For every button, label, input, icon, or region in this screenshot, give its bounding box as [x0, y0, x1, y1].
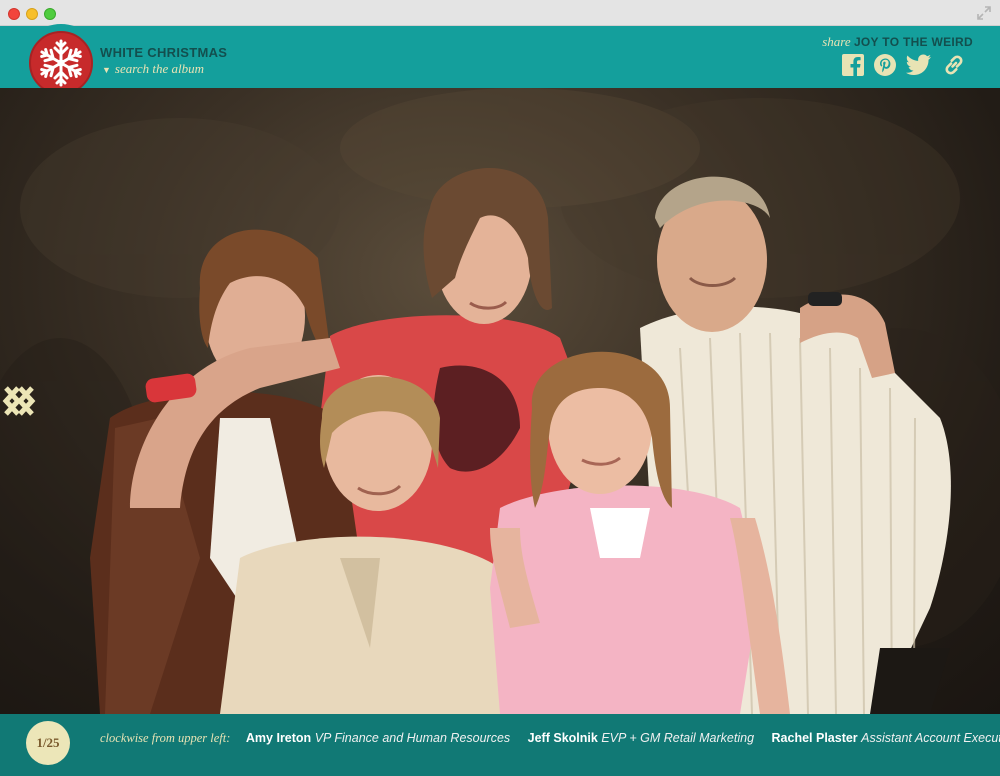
share-word: share [822, 34, 851, 49]
person-name: Amy Ireton [245, 731, 312, 745]
link-icon[interactable] [943, 54, 965, 76]
snowflake-icon [37, 39, 85, 87]
person-name: Rachel Plaster [771, 731, 858, 745]
window-titlebar [0, 0, 1000, 26]
person-role: Assistant Account Executive [861, 731, 1000, 745]
maximize-window-button[interactable] [44, 8, 56, 20]
person-name: Jeff Skolnik [527, 731, 598, 745]
twitter-icon[interactable] [906, 54, 932, 76]
minimize-window-button[interactable] [26, 8, 38, 20]
person-role: EVP + GM Retail Marketing [601, 731, 755, 745]
pinterest-icon[interactable] [874, 54, 896, 76]
facebook-icon[interactable] [842, 54, 864, 76]
caret-down-icon: ▼ [102, 65, 111, 75]
album-title[interactable]: WHITE CHRISTMAS [100, 45, 227, 60]
person-role: VP Finance and Human Resources [314, 731, 511, 745]
search-album-label: search the album [114, 61, 204, 76]
photo-caption: clockwise from upper left: Amy Ireton VP… [100, 731, 1000, 746]
slide-photo [0, 88, 1000, 714]
double-chevron-right-icon[interactable] [0, 382, 38, 420]
album-logo[interactable] [29, 31, 93, 95]
share-album-name: JOY TO THE WEIRD [853, 35, 973, 49]
caption-lead: clockwise from upper left: [100, 731, 231, 745]
fullscreen-icon[interactable] [976, 5, 992, 21]
share-label: share JOY TO THE WEIRD [822, 34, 973, 50]
close-window-button[interactable] [8, 8, 20, 20]
slide-counter-badge: 1/25 [26, 721, 70, 765]
family-photo-illustration [0, 88, 1000, 714]
search-album-link[interactable]: ▼ search the album [102, 61, 204, 77]
